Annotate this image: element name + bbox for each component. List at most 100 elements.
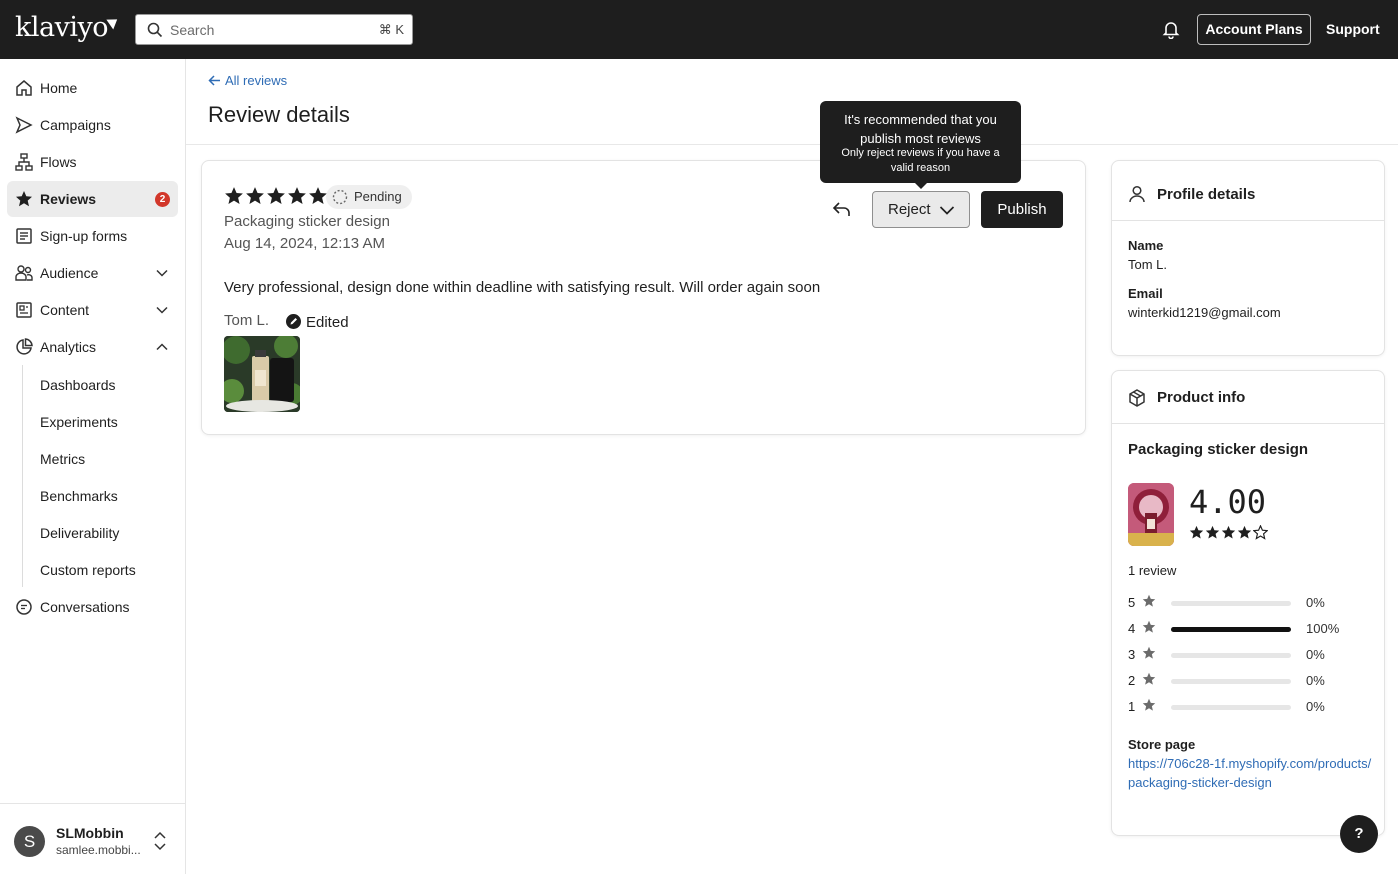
star-filled-icon [1237, 525, 1252, 539]
reject-label: Reject [888, 201, 931, 218]
publish-button[interactable]: Publish [981, 191, 1063, 228]
store-page-label: Store page [1128, 737, 1196, 752]
rating-bar [1171, 627, 1291, 632]
store-page-link[interactable]: https://706c28-1f.myshopify.com/products… [1128, 754, 1373, 792]
chat-icon [16, 599, 32, 615]
rating-distribution-row: 3 0% [1128, 645, 1368, 663]
sidebar-item-label: Audience [40, 265, 99, 281]
chart-icon [16, 338, 33, 355]
rating-bar [1171, 705, 1291, 710]
chevron-updown-icon [154, 831, 166, 851]
rating-bar [1171, 653, 1291, 658]
profile-panel-header: Profile details [1112, 161, 1384, 221]
form-icon [16, 228, 32, 244]
sidebar-subitem-deliverability[interactable]: Deliverability [40, 525, 119, 541]
chevron-down-icon [156, 269, 168, 277]
user-name: SLMobbin [56, 825, 124, 841]
account-plans-button[interactable]: Account Plans [1197, 14, 1311, 45]
rating-percent: 100% [1306, 621, 1340, 636]
star-icon [1142, 646, 1156, 659]
reject-button[interactable]: Reject [872, 191, 970, 228]
star-icon [1142, 620, 1156, 633]
search-input[interactable]: Search ⌘ K [135, 14, 413, 45]
profile-details-panel: Profile details Name Tom L. Email winter… [1111, 160, 1385, 356]
support-link[interactable]: Support [1326, 21, 1380, 37]
star-filled-icon [1221, 525, 1236, 539]
sidebar-subitem-dashboards[interactable]: Dashboards [40, 377, 116, 393]
all-reviews-link[interactable]: All reviews [208, 73, 287, 88]
review-count: 1 review [1128, 563, 1177, 578]
profile-email[interactable]: winterkid1219@gmail.com [1128, 305, 1281, 320]
bell-icon[interactable] [1162, 20, 1180, 39]
help-button[interactable]: ? [1340, 815, 1378, 853]
chevron-up-icon [156, 343, 168, 351]
sidebar-item-label: Reviews [40, 191, 97, 207]
sidebar-subitem-benchmarks[interactable]: Benchmarks [40, 488, 118, 504]
sidebar-item-label: Campaigns [40, 117, 111, 133]
flow-icon [15, 153, 33, 171]
account-switcher[interactable]: S SLMobbin samlee.mobbi... [0, 803, 185, 874]
sidebar-item-conversations[interactable]: Conversations [7, 589, 178, 625]
star-icon [16, 191, 32, 207]
submenu-divider [22, 365, 23, 587]
product-image [1128, 483, 1174, 546]
product-panel-header: Product info [1112, 371, 1384, 424]
status-badge: Pending [326, 185, 412, 209]
product-info-panel: Product info Packaging sticker design 4.… [1111, 370, 1385, 836]
star-icon [1142, 698, 1156, 711]
search-icon [147, 22, 163, 38]
profile-panel-title: Profile details [1157, 186, 1256, 203]
reject-tooltip: It's recommended that you publish most r… [820, 101, 1021, 189]
rating-level: 4 [1128, 621, 1136, 636]
sidebar-subitem-metrics[interactable]: Metrics [40, 451, 85, 467]
review-text: Very professional, design done within de… [224, 279, 821, 296]
star-filled-icon [1205, 525, 1220, 539]
review-photo[interactable] [224, 336, 300, 412]
pending-icon [332, 189, 348, 205]
status-label: Pending [354, 189, 402, 204]
review-photo-image [224, 336, 300, 412]
tooltip-line-1: It's recommended that you publish most r… [844, 112, 997, 146]
box-icon [1129, 389, 1145, 407]
header-divider [186, 144, 1398, 145]
avatar: S [14, 826, 45, 857]
sidebar-item-campaigns[interactable]: Campaigns [7, 107, 178, 143]
klaviyo-logo[interactable]: klaviyo [15, 12, 121, 43]
rating-percent: 0% [1306, 673, 1325, 688]
sidebar-item-audience[interactable]: Audience [7, 255, 178, 291]
sidebar-item-signup-forms[interactable]: Sign-up forms [7, 218, 178, 254]
edited-label: Edited [306, 314, 349, 331]
email-label: Email [1128, 286, 1163, 301]
sidebar-subitem-custom-reports[interactable]: Custom reports [40, 562, 136, 578]
sidebar-item-reviews[interactable]: Reviews 2 [7, 181, 178, 217]
arrow-left-icon [208, 75, 220, 86]
back-link-label: All reviews [225, 73, 288, 88]
sidebar-item-flows[interactable]: Flows [7, 144, 178, 180]
sidebar-subitem-experiments[interactable]: Experiments [40, 414, 118, 430]
reply-icon[interactable] [832, 200, 852, 218]
rating-distribution-row: 2 0% [1128, 671, 1368, 689]
review-product-name: Packaging sticker design [224, 213, 390, 230]
reviews-count-badge: 2 [155, 192, 170, 207]
star-filled-icon [225, 187, 243, 204]
rating-level: 1 [1128, 699, 1136, 714]
review-author: Tom L. [224, 312, 270, 329]
sidebar-item-analytics[interactable]: Analytics [7, 329, 178, 365]
sidebar-item-label: Flows [40, 154, 77, 170]
rating-bar [1171, 679, 1291, 684]
top-bar: klaviyo Search ⌘ K Account Plans Support [0, 0, 1398, 59]
review-rating-stars [224, 186, 328, 206]
home-icon [16, 80, 32, 96]
star-outline-icon [1253, 525, 1268, 540]
rating-distribution-row: 4 100% [1128, 619, 1368, 637]
page-title: Review details [208, 102, 350, 127]
rating-percent: 0% [1306, 647, 1325, 662]
user-email: samlee.mobbi... [56, 843, 141, 857]
chevron-down-icon [939, 206, 955, 215]
tooltip-line-2: Only reject reviews if you have a valid … [841, 147, 1000, 174]
sidebar-item-home[interactable]: Home [7, 70, 178, 106]
sidebar-item-content[interactable]: Content [7, 292, 178, 328]
review-date: Aug 14, 2024, 12:13 AM [224, 235, 385, 252]
person-icon [1129, 185, 1145, 203]
review-card: Pending Packaging sticker design Aug 14,… [201, 160, 1086, 435]
